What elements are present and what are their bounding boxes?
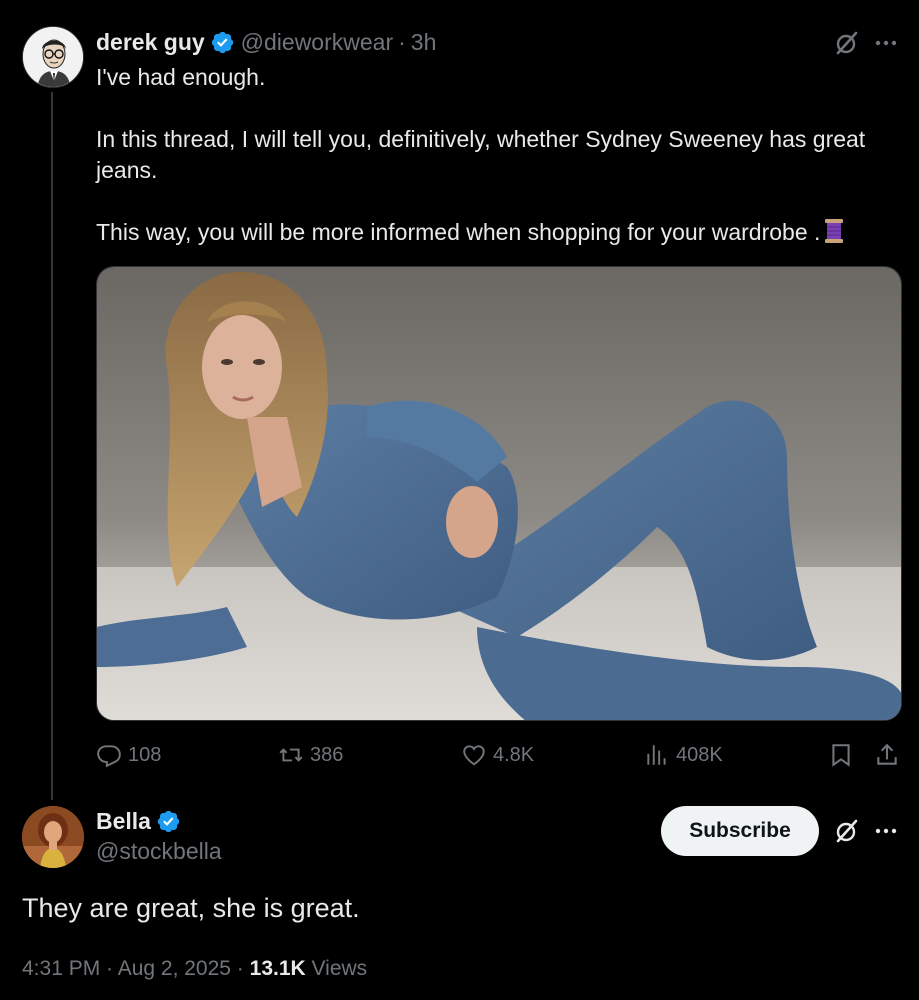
verified-badge-icon [156,809,181,834]
avatar-bella[interactable] [22,806,84,868]
bookmark-button[interactable] [828,740,860,770]
separator-dot: · [398,29,406,55]
grok-icon[interactable] [834,818,860,844]
author-handle[interactable]: @dieworkwear [241,28,393,56]
views-count: 408K [676,743,723,766]
tweet-paragraph: This way, you will be more informed when… [96,217,908,248]
thread-connector-line [51,92,53,800]
tweet-header: derek guy @dieworkwear · 3h [96,28,436,56]
grok-icon[interactable] [834,30,860,56]
like-count: 4.8K [493,743,535,766]
reply-meta: 4:31 PM · Aug 2, 2025 · 13.1K Views [22,957,367,981]
share-button[interactable] [874,740,906,770]
heart-icon [463,745,485,766]
photo-illustration [97,267,901,720]
share-icon [877,743,897,765]
repost-icon [279,748,303,762]
reply-author-display-name[interactable]: Bella [96,808,151,835]
reply-views-count: 13.1K [249,957,306,980]
tweet-paragraph-text: This way, you will be more informed when… [96,219,821,245]
reply-views-label: Views [305,957,368,980]
avatar-illustration [23,27,83,87]
tweet-body: I've had enough. In this thread, I will … [96,62,908,248]
tweet-paragraph: In this thread, I will tell you, definit… [96,126,866,183]
reply-author-name-row: Bella [96,808,187,835]
reply-timestamp[interactable]: 4:31 PM · Aug 2, 2025 · [22,957,250,980]
reply-body: They are great, she is great. [22,893,360,923]
tweet-actions-bar: 108 386 4.8K 408K [96,740,906,770]
reply-icon [97,745,121,768]
avatar-photo [22,806,84,868]
author-display-name[interactable]: derek guy [96,28,205,56]
sewing-spool-icon [824,218,844,244]
subscribe-button[interactable]: Subscribe [661,806,819,856]
views-chart-icon [647,745,666,765]
reply-count: 108 [128,743,162,766]
tweet-paragraph: I've had enough. [96,64,266,90]
views-button[interactable]: 408K [644,740,723,770]
repost-count: 386 [310,743,344,766]
like-button[interactable]: 4.8K [461,740,534,770]
avatar-derek[interactable] [22,26,84,88]
tweet-time-ago[interactable]: 3h [411,28,437,56]
tweet-media-photo[interactable] [96,266,902,721]
reply-author-handle[interactable]: @stockbella [96,838,222,865]
verified-badge-icon [210,30,235,55]
more-options-icon[interactable] [873,30,899,56]
repost-button[interactable]: 386 [278,740,343,770]
reply-button[interactable]: 108 [96,740,161,770]
more-options-icon[interactable] [873,818,899,844]
bookmark-icon [832,744,850,767]
